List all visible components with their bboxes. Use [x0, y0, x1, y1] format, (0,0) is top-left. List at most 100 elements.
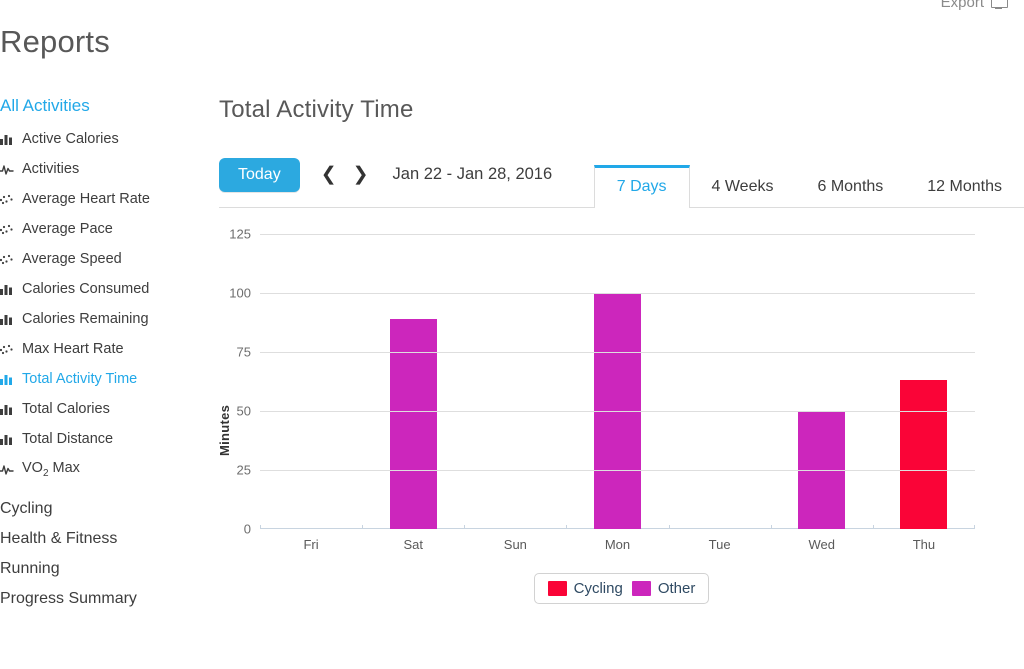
sidebar-section-health-fitness[interactable]: Health & Fitness: [0, 524, 212, 554]
bar-column: [464, 234, 566, 529]
sidebar-item-label: Average Speed: [22, 251, 122, 267]
sidebar-item-vo2-max[interactable]: VO2 Max: [0, 454, 212, 484]
x-axis-tick-label: Sun: [464, 525, 566, 552]
gridline: [260, 352, 975, 353]
date-navigation: Today ❮ ❯ Jan 22 - Jan 28, 2016: [219, 151, 594, 207]
export-label: Export: [940, 0, 984, 11]
plot-area: 0 25 50 75 100 125: [229, 227, 975, 537]
sidebar-item-calories-remaining[interactable]: Calories Remaining: [0, 304, 212, 334]
today-button[interactable]: Today: [219, 157, 300, 192]
sidebar-item-label: Calories Consumed: [22, 281, 150, 297]
sidebar-item-label: VO2 Max: [22, 459, 80, 479]
export-button[interactable]: Export: [940, 0, 1008, 11]
y-axis-tick: 50: [236, 403, 251, 419]
y-axis-tick: 125: [229, 226, 251, 242]
chevron-left-icon[interactable]: ❮: [321, 165, 337, 184]
sidebar-item-max-heart-rate[interactable]: Max Heart Rate: [0, 334, 212, 364]
x-axis-tick-label: Mon: [566, 525, 668, 552]
scatter-plot-icon: [0, 223, 22, 236]
sidebar-item-label: Calories Remaining: [22, 311, 149, 327]
sidebar-item-label: Average Heart Rate: [22, 191, 150, 207]
legend-box: Cycling Other: [533, 573, 710, 604]
sidebar-section-running[interactable]: Running: [0, 554, 212, 584]
chart-area: Minutes 0 25 50 75 100 125 Fri Sat Sun Mon Tue Wed…: [217, 216, 1024, 669]
sidebar-header-all-activities[interactable]: All Activities: [0, 96, 212, 124]
y-axis-tick: 25: [236, 462, 251, 478]
chevron-right-icon[interactable]: ❯: [353, 165, 369, 184]
nav-arrows: ❮ ❯: [321, 165, 369, 184]
chart-legend: Cycling Other: [219, 573, 1024, 604]
bar-chart-icon: [0, 283, 22, 296]
bar-chart-icon: [0, 313, 22, 326]
range-tabs: 7 Days 4 Weeks 6 Months 12 Months: [593, 151, 1024, 208]
main-panel: Total Activity Time Today ❮ ❯ Jan 22 - J…: [217, 96, 1024, 669]
x-axis-tick-label: Thu: [872, 525, 976, 552]
sidebar-item-average-heart-rate[interactable]: Average Heart Rate: [0, 184, 212, 214]
chart-toolbar: Today ❮ ❯ Jan 22 - Jan 28, 2016 7 Days 4 …: [219, 152, 1024, 208]
sidebar-item-calories-consumed[interactable]: Calories Consumed: [0, 274, 212, 304]
export-screen-icon: [991, 0, 1008, 9]
page-title: Reports: [0, 24, 110, 59]
gridline: [260, 411, 975, 412]
sidebar-section-cycling[interactable]: Cycling: [0, 494, 212, 524]
legend-label: Cycling: [573, 580, 623, 597]
y-axis-tick: 0: [243, 521, 251, 537]
sidebar-item-average-speed[interactable]: Average Speed: [0, 244, 212, 274]
legend-swatch-cycling: [547, 581, 567, 596]
bar-column: [873, 234, 975, 529]
legend-swatch-other: [631, 581, 651, 596]
x-axis-tick-label: Fri: [260, 525, 362, 552]
bar-column: [362, 234, 464, 529]
sidebar-item-label: Activities: [22, 161, 80, 177]
pulse-line-icon: [0, 163, 22, 176]
sidebar-item-label: Average Pace: [22, 221, 113, 237]
sidebar-item-total-distance[interactable]: Total Distance: [0, 424, 212, 454]
tab-4-weeks[interactable]: 4 Weeks: [690, 166, 796, 207]
sidebar-item-label: Total Calories: [22, 401, 110, 417]
sidebar-item-label: Total Distance: [22, 431, 114, 447]
tab-6-months[interactable]: 6 Months: [795, 166, 905, 207]
bar-chart-icon: [0, 373, 22, 386]
legend-item-other[interactable]: Other: [631, 580, 696, 597]
scatter-plot-icon: [0, 193, 22, 206]
sidebar: All Activities Active Calories Activities…: [0, 96, 212, 614]
bar-chart-icon: [0, 133, 22, 146]
sidebar-item-total-calories[interactable]: Total Calories: [0, 394, 212, 424]
pulse-line-icon: [0, 463, 22, 476]
bar-chart-icon: [0, 403, 22, 416]
sidebar-item-average-pace[interactable]: Average Pace: [0, 214, 212, 244]
sidebar-item-total-activity-time[interactable]: Total Activity Time: [0, 364, 212, 394]
bar-column: [566, 234, 668, 529]
legend-item-cycling[interactable]: Cycling: [547, 580, 623, 597]
gridline: [260, 470, 975, 471]
chart-title: Total Activity Time: [219, 96, 414, 123]
y-axis-tick: 75: [236, 344, 251, 360]
tab-12-months[interactable]: 12 Months: [905, 166, 1024, 207]
sidebar-item-active-calories[interactable]: Active Calories: [0, 124, 212, 154]
sidebar-item-label: Max Heart Rate: [22, 341, 124, 357]
x-axis-labels: Fri Sat Sun Mon Tue Wed Thu: [260, 525, 976, 552]
sidebar-item-label: Total Activity Time: [22, 371, 138, 387]
y-axis-label: Minutes: [217, 404, 232, 456]
date-range-label: Jan 22 - Jan 28, 2016: [392, 165, 553, 183]
sidebar-item-label: Active Calories: [22, 131, 119, 147]
x-axis-tick-label: Sat: [362, 525, 464, 552]
legend-label: Other: [657, 580, 696, 597]
x-axis-tick-label: Wed: [770, 525, 873, 552]
gridline: [260, 293, 975, 294]
y-axis-tick: 100: [229, 285, 251, 301]
bar-group: [260, 234, 975, 529]
sidebar-item-activities[interactable]: Activities: [0, 154, 212, 184]
scatter-plot-icon: [0, 253, 22, 266]
bar-column: [260, 234, 362, 529]
x-axis-tick-label: Tue: [668, 525, 771, 552]
scatter-plot-icon: [0, 343, 22, 356]
sidebar-section-progress-summary[interactable]: Progress Summary: [0, 584, 212, 614]
sidebar-divider: [0, 484, 212, 494]
bar-column: [771, 234, 873, 529]
gridline: [260, 234, 975, 235]
bar-column: [669, 234, 771, 529]
bar-thu[interactable]: [900, 380, 948, 529]
bar-sat[interactable]: [389, 318, 437, 529]
tab-7-days[interactable]: 7 Days: [593, 165, 690, 208]
